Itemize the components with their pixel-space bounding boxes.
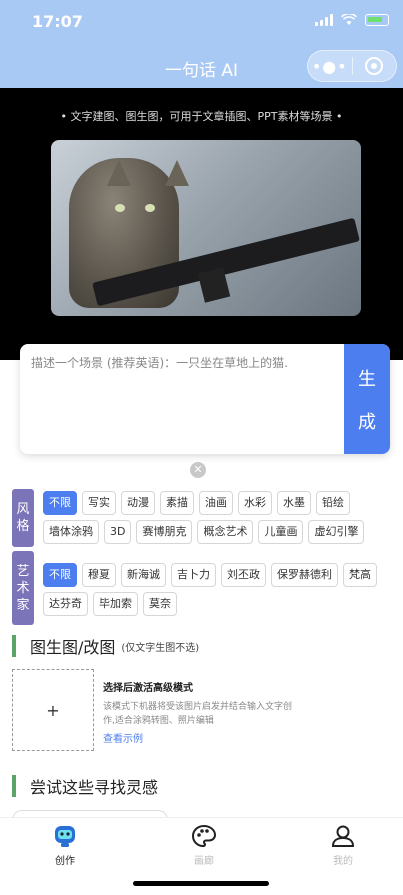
upload-image-button[interactable]: + [12, 669, 94, 751]
artist-tag-unlimited[interactable]: 不限 [43, 563, 77, 587]
tab-label: 我的 [333, 856, 353, 867]
style-tag[interactable]: 儿童画 [258, 520, 304, 544]
tab-label: 创作 [55, 856, 75, 867]
plus-icon: + [46, 700, 60, 720]
style-tag[interactable]: 素描 [160, 491, 194, 515]
generate-button[interactable]: 生 成 [344, 344, 390, 454]
style-tag[interactable]: 水墨 [277, 491, 311, 515]
style-tag[interactable]: 3D [104, 520, 132, 544]
mini-program-capsule: •●• [307, 50, 397, 82]
section-accent-bar [12, 635, 16, 657]
artist-tag[interactable]: 毕加索 [93, 592, 138, 616]
upload-hint-description: 该模式下机器将受该图片启发并结合输入文字创作,适合涂鸦转图、照片编辑 [103, 702, 293, 726]
style-tag[interactable]: 墙体涂鸦 [43, 520, 99, 544]
section-title: 尝试这些寻找灵感 [30, 778, 159, 797]
status-time: 17:07 [32, 12, 83, 31]
wifi-icon [341, 14, 357, 25]
artist-tag[interactable]: 刘丕政 [221, 563, 266, 587]
section-accent-bar [12, 775, 16, 797]
generate-button-char: 成 [358, 411, 376, 433]
artist-tag[interactable]: 新海诚 [121, 563, 166, 587]
user-icon [331, 825, 355, 847]
nav-bar: 一句话 AI •●• [0, 44, 403, 88]
hero-banner: • 文字建图、图生图，可用于文章插图、PPT素材等场景 • [0, 88, 403, 360]
style-tag[interactable]: 概念艺术 [197, 520, 254, 544]
artist-tag[interactable]: 吉卜力 [171, 563, 216, 587]
style-tag[interactable]: 赛博朋克 [136, 520, 193, 544]
prompt-placeholder[interactable]: 描述一个场景 (推荐英语)：一只坐在草地上的猫. [31, 354, 341, 371]
more-dots-icon[interactable]: •●• [308, 57, 352, 76]
section-title: 图生图/改图 [30, 638, 116, 657]
artist-tags: 不限 穆夏 新海诚 吉卜力 刘丕政 保罗赫德利 梵高 达芬奇 毕加索 莫奈 [43, 563, 393, 616]
banner-image[interactable] [51, 140, 361, 316]
signal-icon [315, 14, 333, 26]
style-tags: 不限 写实 动漫 素描 油画 水彩 水墨 铅绘 墙体涂鸦 3D 赛博朋克 概念艺… [43, 491, 393, 544]
status-icons [315, 14, 389, 26]
view-example-link[interactable]: 查看示例 [103, 730, 303, 745]
tab-profile[interactable]: 我的 [303, 824, 383, 867]
palette-icon [191, 824, 217, 848]
style-group-label: 风 格 [12, 489, 34, 547]
style-tag[interactable]: 写实 [82, 491, 116, 515]
artist-tag[interactable]: 穆夏 [82, 563, 116, 587]
style-tag[interactable]: 油画 [199, 491, 233, 515]
style-tag[interactable]: 虚幻引擎 [308, 520, 365, 544]
inspiration-section-header: 尝试这些寻找灵感 [12, 774, 158, 798]
artist-tag[interactable]: 保罗赫德利 [271, 563, 338, 587]
home-indicator [133, 881, 269, 886]
artist-group-label: 艺 术 家 [12, 551, 34, 625]
status-bar: 17:07 [0, 0, 403, 44]
artist-tag[interactable]: 莫奈 [143, 592, 177, 616]
style-tag[interactable]: 水彩 [238, 491, 272, 515]
generate-button-char: 生 [358, 368, 376, 390]
artist-tag[interactable]: 梵高 [343, 563, 377, 587]
tab-label: 画廊 [194, 856, 214, 867]
hero-caption: • 文字建图、图生图，可用于文章插图、PPT素材等场景 • [60, 110, 343, 123]
img2img-section-header: 图生图/改图 (仅文字生图不选) [12, 634, 199, 658]
bottom-tab-bar: 创作 画廊 我的 [0, 817, 403, 895]
battery-icon [365, 14, 389, 26]
tab-gallery[interactable]: 画廊 [164, 824, 244, 867]
prompt-input-box[interactable]: 描述一个场景 (推荐英语)：一只坐在草地上的猫. 生 成 [20, 344, 390, 454]
style-tag[interactable]: 动漫 [121, 491, 155, 515]
upload-hint-title: 选择后激活高级模式 [103, 683, 193, 694]
tab-create[interactable]: 创作 [25, 824, 105, 867]
style-tag[interactable]: 铅绘 [316, 491, 350, 515]
target-close-icon[interactable] [352, 57, 396, 75]
section-subtitle: (仅文字生图不选) [121, 642, 200, 654]
clear-icon[interactable]: ✕ [190, 462, 206, 478]
robot-icon [55, 826, 75, 847]
artist-tag[interactable]: 达芬奇 [43, 592, 88, 616]
style-tag-unlimited[interactable]: 不限 [43, 491, 77, 515]
upload-hint: 选择后激活高级模式 该模式下机器将受该图片启发并结合输入文字创作,适合涂鸦转图、… [103, 679, 303, 745]
